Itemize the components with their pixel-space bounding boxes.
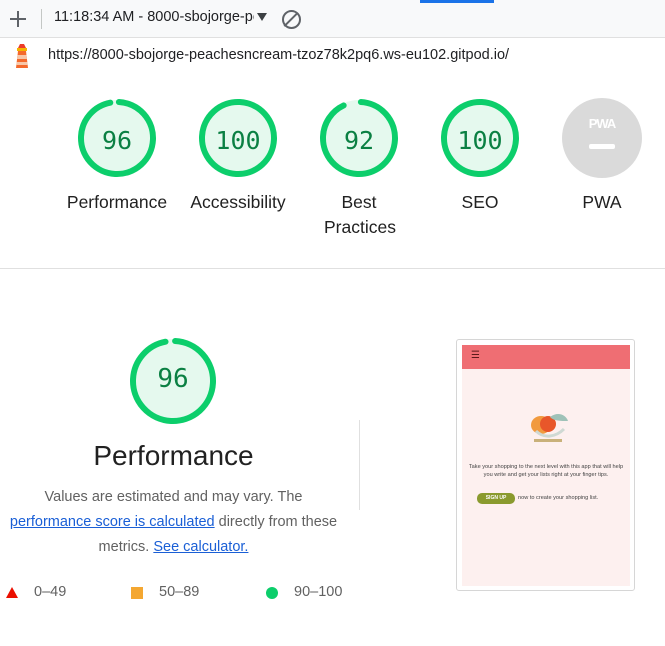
screenshot-after-text: now to create your shopping list. [518, 495, 599, 501]
pwa-badge-text: PWA [588, 116, 617, 131]
see-calculator-link[interactable]: See calculator. [153, 539, 248, 555]
active-tab-indicator [420, 0, 494, 3]
gauge-seo[interactable]: 100 SEO [425, 96, 535, 215]
screenshot-page: ☰ Take your shopping to the next level w… [462, 345, 630, 586]
new-report-plus-icon[interactable] [6, 7, 30, 31]
pwa-badge-icon [562, 98, 642, 178]
pass-circle-icon [266, 587, 278, 599]
gauge-score: 100 [457, 126, 503, 155]
performance-description: Values are estimated and may vary. The p… [0, 485, 347, 560]
gauge-best-practices[interactable]: 92 Best Practices [304, 96, 414, 240]
legend-range: 50–89 [159, 584, 200, 600]
gauge-accessibility[interactable]: 100 Accessibility [183, 96, 293, 215]
report-select[interactable]: 11:18:34 AM - 8000-sbojorge-peachesncrea… [54, 9, 254, 25]
gauge-score: 96 [101, 126, 133, 155]
fail-triangle-icon [6, 587, 18, 598]
performance-score: 96 [157, 364, 189, 394]
lighthouse-icon [16, 44, 28, 68]
section-divider [0, 268, 665, 269]
final-screenshot-thumbnail[interactable]: ☰ Take your shopping to the next level w… [456, 339, 635, 591]
screenshot-body-text: Take your shopping to the next level wit… [468, 464, 624, 478]
gauge-performance[interactable]: 96 Performance [62, 96, 172, 215]
url-row: https://8000-sbojorge-peachesncream-tzoz… [0, 38, 665, 74]
toolbar-separator [41, 9, 42, 29]
category-gauges: 96 Performance 100 Accessibility 92 Best… [0, 96, 665, 246]
performance-title: Performance [93, 440, 254, 471]
gauge-score: 92 [343, 126, 375, 155]
screenshot-navbar: ☰ [462, 345, 630, 369]
hamburger-icon: ☰ [471, 350, 480, 361]
dropdown-caret-icon[interactable] [257, 13, 267, 21]
desc-text-1: Values are estimated and may vary. The [44, 489, 303, 505]
gauge-label: Performance [66, 192, 168, 212]
gauge-label: PWA [582, 192, 622, 212]
vertical-divider [359, 420, 360, 510]
legend-range: 90–100 [294, 584, 343, 600]
screenshot-signup-button: SIGN UP [477, 493, 515, 504]
pwa-dash-icon [589, 144, 615, 149]
gauge-label: Accessibility [190, 192, 286, 212]
legend-range: 0–49 [34, 584, 67, 600]
toolbar: 11:18:34 AM - 8000-sbojorge-peachesncrea… [0, 0, 665, 38]
gauge-label: Best Practices [324, 192, 396, 237]
score-calculated-link[interactable]: performance score is calculated [10, 514, 215, 530]
gauge-score: 100 [215, 126, 261, 155]
average-square-icon [131, 587, 143, 599]
peach-logo-icon [531, 414, 568, 442]
clear-block-icon[interactable] [282, 10, 301, 29]
page-url: https://8000-sbojorge-peachesncream-tzoz… [48, 47, 510, 63]
gauge-label: SEO [461, 192, 499, 212]
gauge-pwa[interactable]: PWA PWA [547, 96, 657, 215]
